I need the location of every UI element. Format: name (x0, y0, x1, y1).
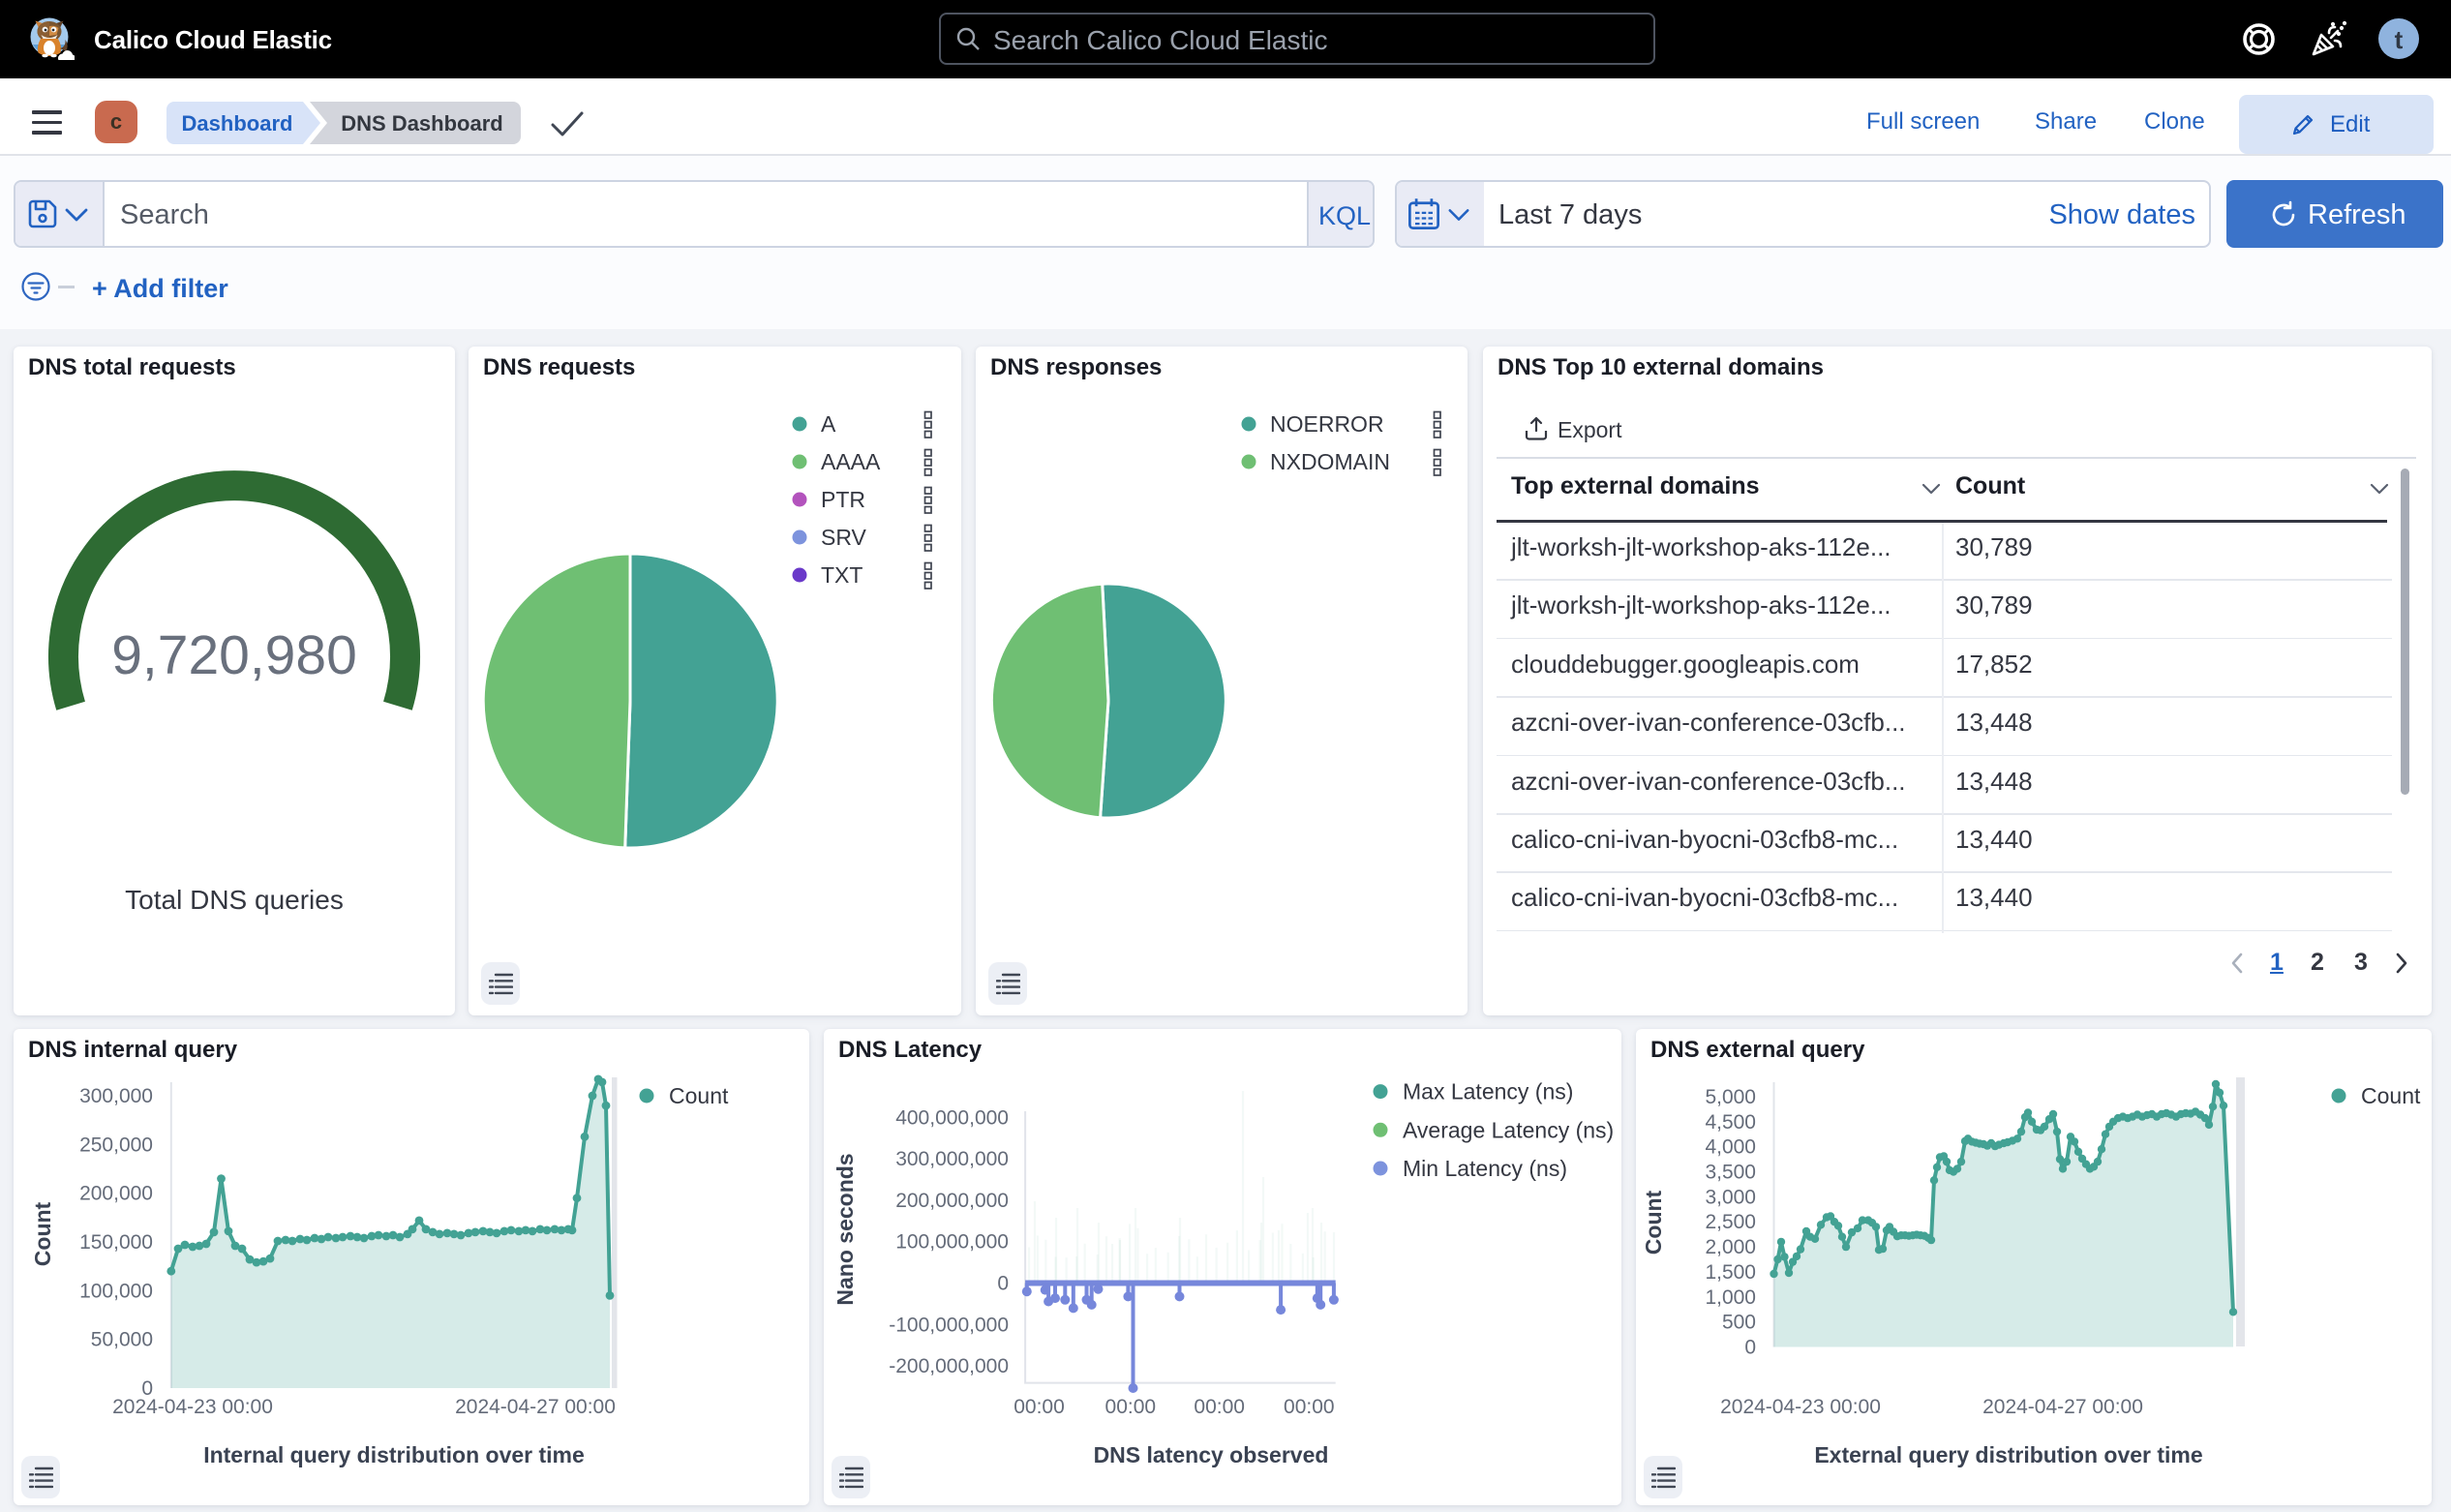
svg-text:External query distribution ov: External query distribution over time (1814, 1442, 2202, 1467)
svg-text:2024-04-23 00:00: 2024-04-23 00:00 (112, 1396, 273, 1418)
svg-text:AAAA: AAAA (821, 449, 881, 474)
svg-text:4,000: 4,000 (1705, 1136, 1756, 1159)
svg-text:TXT: TXT (821, 562, 862, 588)
svg-text:00:00: 00:00 (1105, 1396, 1157, 1418)
svg-text:Count: Count (1641, 1190, 1666, 1255)
svg-text:0: 0 (1744, 1337, 1756, 1359)
svg-text:3,000: 3,000 (1705, 1186, 1756, 1208)
svg-text:200,000,000: 200,000,000 (895, 1190, 1009, 1212)
svg-text:Max Latency (ns): Max Latency (ns) (1403, 1079, 1573, 1104)
svg-text:400,000,000: 400,000,000 (895, 1106, 1009, 1129)
svg-text:Min Latency (ns): Min Latency (ns) (1403, 1156, 1567, 1181)
svg-text:NOERROR: NOERROR (1270, 411, 1384, 437)
svg-text:-200,000,000: -200,000,000 (889, 1355, 1009, 1377)
svg-text:9,720,980: 9,720,980 (111, 624, 357, 686)
svg-text:50,000: 50,000 (91, 1329, 153, 1351)
svg-text:PTR: PTR (821, 487, 865, 512)
svg-text:Count: Count (30, 1201, 55, 1266)
svg-text:300,000,000: 300,000,000 (895, 1148, 1009, 1170)
svg-text:200,000: 200,000 (79, 1183, 153, 1205)
svg-text:00:00: 00:00 (1014, 1396, 1065, 1418)
svg-text:-100,000,000: -100,000,000 (889, 1314, 1009, 1336)
svg-text:100,000: 100,000 (79, 1280, 153, 1302)
svg-text:Average Latency (ns): Average Latency (ns) (1403, 1117, 1614, 1142)
svg-text:Count: Count (2361, 1083, 2421, 1108)
svg-text:300,000: 300,000 (79, 1085, 153, 1107)
svg-text:2,000: 2,000 (1705, 1236, 1756, 1258)
svg-text:2,500: 2,500 (1705, 1211, 1756, 1233)
svg-text:2024-04-23 00:00: 2024-04-23 00:00 (1720, 1396, 1881, 1418)
svg-text:A: A (821, 411, 836, 437)
svg-text:1,500: 1,500 (1705, 1261, 1756, 1284)
svg-text:500: 500 (1722, 1312, 1756, 1334)
svg-text:2024-04-27 00:00: 2024-04-27 00:00 (1982, 1396, 2143, 1418)
svg-text:4,500: 4,500 (1705, 1111, 1756, 1134)
svg-text:3,500: 3,500 (1705, 1162, 1756, 1184)
svg-text:0: 0 (997, 1273, 1009, 1295)
svg-text:Internal query distribution ov: Internal query distribution over time (203, 1442, 585, 1467)
svg-text:NXDOMAIN: NXDOMAIN (1270, 449, 1390, 474)
svg-text:00:00: 00:00 (1284, 1396, 1335, 1418)
svg-text:DNS latency observed: DNS latency observed (1094, 1442, 1329, 1467)
svg-text:Nano seconds: Nano seconds (832, 1153, 858, 1305)
svg-text:100,000,000: 100,000,000 (895, 1231, 1009, 1254)
svg-text:2024-04-27 00:00: 2024-04-27 00:00 (455, 1396, 616, 1418)
svg-text:Dashboard: Dashboard (182, 111, 293, 136)
svg-text:150,000: 150,000 (79, 1231, 153, 1254)
svg-text:250,000: 250,000 (79, 1134, 153, 1156)
svg-text:SRV: SRV (821, 525, 867, 550)
svg-text:5,000: 5,000 (1705, 1086, 1756, 1108)
svg-text:00:00: 00:00 (1194, 1396, 1245, 1418)
svg-text:Total DNS queries: Total DNS queries (125, 885, 344, 915)
svg-text:DNS Dashboard: DNS Dashboard (341, 111, 502, 136)
svg-text:Count: Count (669, 1083, 729, 1108)
svg-text:1,000: 1,000 (1705, 1286, 1756, 1309)
